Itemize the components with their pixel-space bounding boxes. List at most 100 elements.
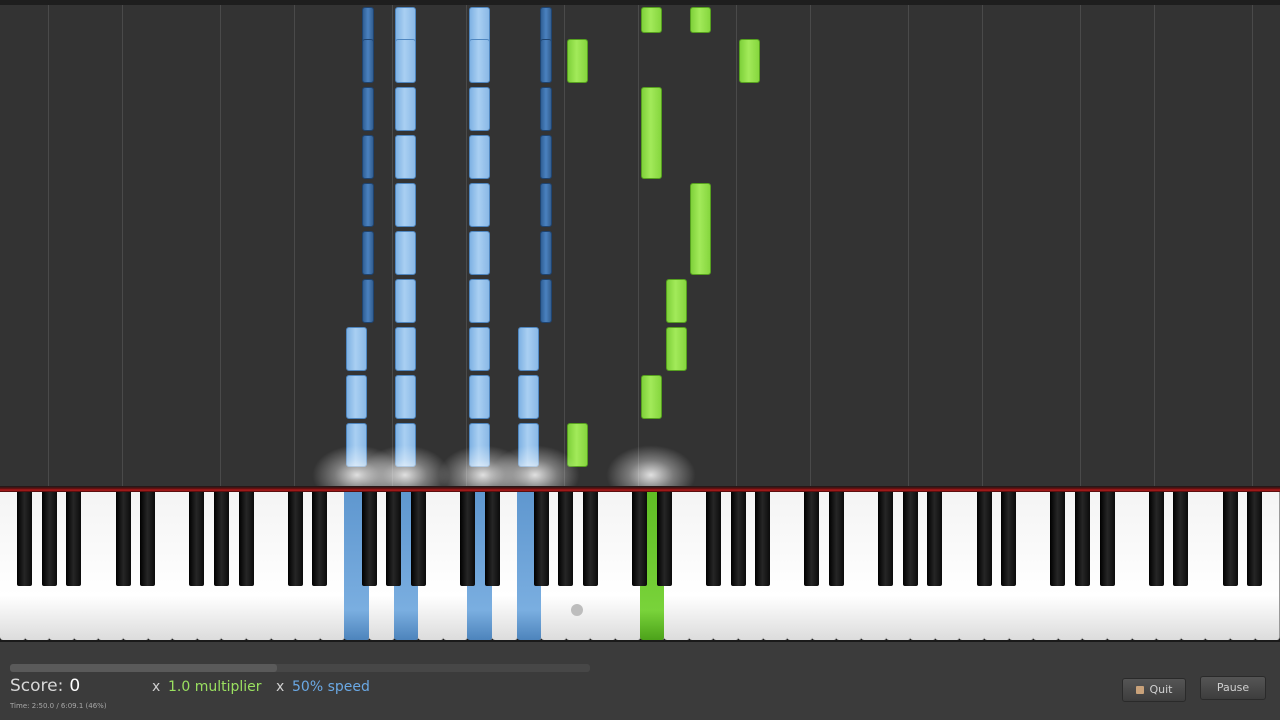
falling-note xyxy=(362,135,374,179)
score-display: Score: 0 xyxy=(10,676,80,696)
black-key[interactable] xyxy=(1001,492,1017,586)
quit-label: Quit xyxy=(1149,683,1173,696)
black-key[interactable] xyxy=(361,492,377,586)
black-key[interactable] xyxy=(1173,492,1189,586)
black-key[interactable] xyxy=(755,492,771,586)
black-key[interactable] xyxy=(828,492,844,586)
black-key[interactable] xyxy=(115,492,131,586)
falling-note xyxy=(469,327,490,371)
synthesia-player: Score: 0 Time: 2:50.0 / 6:09.1 (46%) x 1.… xyxy=(0,0,1280,720)
black-key[interactable] xyxy=(1099,492,1115,586)
falling-note xyxy=(362,231,374,275)
speed-prefix: x xyxy=(276,679,285,695)
falling-note xyxy=(540,87,552,131)
black-key[interactable] xyxy=(238,492,254,586)
black-key[interactable] xyxy=(410,492,426,586)
status-bar: Score: 0 Time: 2:50.0 / 6:09.1 (46%) x 1.… xyxy=(0,642,1280,720)
pause-button[interactable]: Pause xyxy=(1200,676,1266,700)
black-key[interactable] xyxy=(213,492,229,586)
black-key[interactable] xyxy=(632,492,648,586)
falling-note xyxy=(469,87,490,131)
falling-note xyxy=(469,135,490,179)
falling-note xyxy=(395,327,416,371)
black-key[interactable] xyxy=(459,492,475,586)
black-key[interactable] xyxy=(804,492,820,586)
falling-notes-area xyxy=(0,0,1280,486)
black-key[interactable] xyxy=(582,492,598,586)
black-key[interactable] xyxy=(312,492,328,586)
grid-line xyxy=(1154,5,1155,486)
song-progress-bar[interactable] xyxy=(10,664,590,672)
piano-keyboard[interactable] xyxy=(0,492,1280,642)
falling-note xyxy=(362,87,374,131)
black-key[interactable] xyxy=(386,492,402,586)
black-key[interactable] xyxy=(1247,492,1263,586)
falling-note xyxy=(469,39,490,83)
black-key[interactable] xyxy=(189,492,205,586)
falling-note xyxy=(518,375,539,419)
falling-note xyxy=(469,279,490,323)
black-key[interactable] xyxy=(66,492,82,586)
grid-line xyxy=(48,5,49,486)
falling-note xyxy=(666,279,687,323)
grid-line xyxy=(220,5,221,486)
black-key[interactable] xyxy=(287,492,303,586)
falling-note xyxy=(641,87,662,179)
speed-text[interactable]: 50% speed xyxy=(292,679,370,695)
falling-note xyxy=(395,231,416,275)
time-readout: Time: 2:50.0 / 6:09.1 (46%) xyxy=(10,702,107,710)
falling-note xyxy=(469,183,490,227)
falling-note xyxy=(395,279,416,323)
black-key[interactable] xyxy=(17,492,33,586)
black-key[interactable] xyxy=(902,492,918,586)
grid-line xyxy=(736,5,737,486)
falling-note xyxy=(395,39,416,83)
multiplier-prefix: x xyxy=(152,679,161,695)
falling-note xyxy=(690,7,711,33)
grid-line xyxy=(564,5,565,486)
grid-line xyxy=(1080,5,1081,486)
black-key[interactable] xyxy=(558,492,574,586)
falling-note xyxy=(362,183,374,227)
falling-note xyxy=(395,375,416,419)
black-key[interactable] xyxy=(705,492,721,586)
grid-line xyxy=(466,5,467,486)
black-key[interactable] xyxy=(1074,492,1090,586)
falling-note xyxy=(469,231,490,275)
falling-note xyxy=(540,135,552,179)
grid-line xyxy=(122,5,123,486)
grid-line xyxy=(908,5,909,486)
black-key[interactable] xyxy=(533,492,549,586)
grid-line xyxy=(294,5,295,486)
black-key[interactable] xyxy=(484,492,500,586)
falling-note xyxy=(346,327,367,371)
black-key[interactable] xyxy=(656,492,672,586)
black-key[interactable] xyxy=(976,492,992,586)
stop-square-icon xyxy=(1135,686,1144,694)
score-value: 0 xyxy=(69,676,81,696)
black-key[interactable] xyxy=(1222,492,1238,586)
grid-line xyxy=(810,5,811,486)
black-key[interactable] xyxy=(41,492,57,586)
score-label: Score: xyxy=(10,676,64,696)
key-glow xyxy=(606,445,696,486)
falling-note xyxy=(518,327,539,371)
black-key[interactable] xyxy=(1148,492,1164,586)
falling-note xyxy=(540,39,552,83)
falling-note xyxy=(540,279,552,323)
black-key[interactable] xyxy=(730,492,746,586)
black-key[interactable] xyxy=(140,492,156,586)
middle-c-marker xyxy=(571,604,583,616)
falling-note xyxy=(641,7,662,33)
falling-note xyxy=(641,375,662,419)
black-key[interactable] xyxy=(1050,492,1066,586)
falling-note xyxy=(540,183,552,227)
falling-note xyxy=(567,39,588,83)
falling-note xyxy=(362,279,374,323)
black-key[interactable] xyxy=(878,492,894,586)
multiplier-text: 1.0 multiplier xyxy=(168,679,262,695)
falling-note xyxy=(346,375,367,419)
black-key[interactable] xyxy=(927,492,943,586)
falling-note xyxy=(540,231,552,275)
quit-button[interactable]: Quit xyxy=(1122,678,1186,702)
